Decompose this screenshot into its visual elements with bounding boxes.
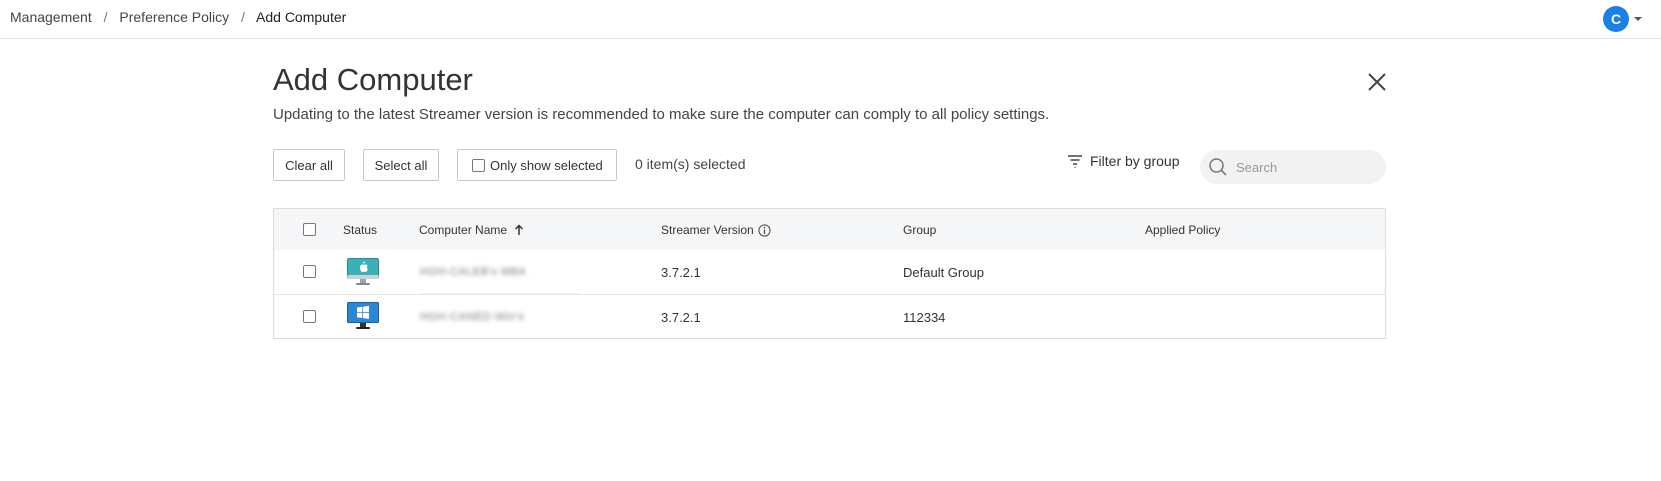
- select-all-checkbox[interactable]: [303, 223, 316, 236]
- computer-table: Status Computer Name Streamer Version Gr…: [273, 208, 1386, 339]
- breadcrumb-separator: /: [103, 9, 108, 25]
- search-icon: [1209, 158, 1227, 176]
- column-streamer-version-label: Streamer Version: [661, 223, 754, 237]
- column-computer-name-label: Computer Name: [419, 223, 508, 237]
- column-group[interactable]: Group: [903, 223, 936, 237]
- select-all-button[interactable]: Select all: [363, 149, 439, 181]
- filter-label: Filter by group: [1090, 153, 1180, 169]
- breadcrumb-management[interactable]: Management: [10, 9, 92, 25]
- column-status[interactable]: Status: [343, 223, 377, 237]
- column-applied-policy[interactable]: Applied Policy: [1145, 223, 1220, 237]
- only-show-selected-toggle[interactable]: Only show selected: [457, 149, 617, 181]
- row-checkbox[interactable]: [303, 265, 316, 278]
- only-show-selected-checkbox[interactable]: [472, 158, 485, 172]
- sort-ascending-icon: [515, 224, 524, 235]
- mac-computer-icon: [347, 258, 379, 285]
- streamer-version: 3.7.2.1: [661, 265, 701, 280]
- breadcrumb-preference-policy[interactable]: Preference Policy: [119, 9, 229, 25]
- table-row[interactable]: HGH-CALEB's MBA 3.7.2.1 Default Group: [274, 250, 1385, 295]
- only-show-selected-label: Only show selected: [490, 157, 603, 173]
- selected-count: 0 item(s) selected: [635, 156, 746, 172]
- caret-down-icon: [1634, 17, 1642, 21]
- row-underline: [420, 293, 580, 294]
- avatar[interactable]: C: [1603, 6, 1629, 32]
- filter-icon: [1068, 155, 1082, 168]
- page-title: Add Computer: [273, 62, 473, 97]
- row-checkbox[interactable]: [303, 310, 316, 323]
- page-subtitle: Updating to the latest Streamer version …: [273, 106, 1050, 123]
- top-bar: Management / Preference Policy / Add Com…: [0, 0, 1661, 39]
- table-row[interactable]: HGH-CANED-Win's 3.7.2.1 112334: [274, 295, 1385, 339]
- column-streamer-version[interactable]: Streamer Version: [661, 223, 771, 237]
- info-icon[interactable]: [758, 223, 771, 237]
- streamer-version: 3.7.2.1: [661, 310, 701, 325]
- clear-all-button[interactable]: Clear all: [273, 149, 345, 181]
- column-computer-name[interactable]: Computer Name: [419, 223, 525, 237]
- search-input[interactable]: [1234, 158, 1378, 176]
- close-icon[interactable]: [1365, 70, 1389, 94]
- windows-computer-icon: [347, 302, 379, 329]
- table-header: Status Computer Name Streamer Version Gr…: [274, 209, 1385, 250]
- breadcrumb-current: Add Computer: [256, 9, 347, 25]
- breadcrumb: Management / Preference Policy / Add Com…: [10, 9, 346, 25]
- computer-name: HGH-CALEB's MBA: [420, 266, 527, 278]
- search-box[interactable]: [1200, 150, 1386, 184]
- group-name: 112334: [903, 310, 946, 325]
- user-menu[interactable]: C: [1603, 5, 1642, 33]
- breadcrumb-separator: /: [241, 9, 245, 25]
- computer-name: HGH-CANED-Win's: [420, 311, 525, 323]
- filter-by-group-button[interactable]: Filter by group: [1067, 153, 1179, 169]
- group-name: Default Group: [903, 265, 984, 280]
